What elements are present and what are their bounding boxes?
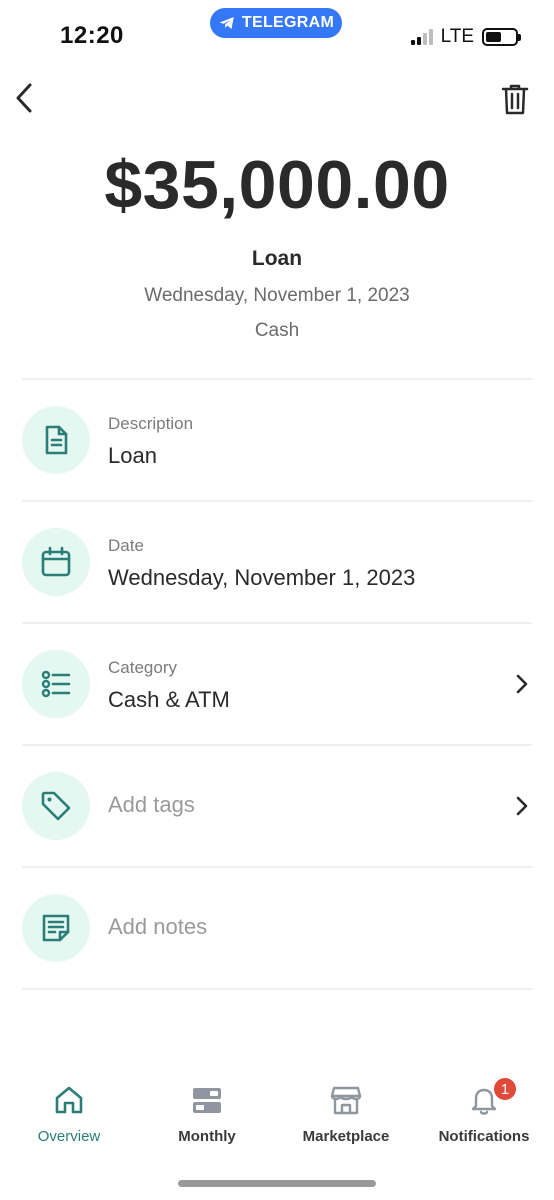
divider	[22, 988, 532, 990]
telegram-return-pill[interactable]: TELEGRAM	[210, 8, 342, 38]
home-indicator[interactable]	[178, 1180, 376, 1187]
chevron-right-icon	[512, 794, 532, 818]
battery-icon	[482, 28, 521, 46]
chevron-left-icon	[16, 83, 32, 113]
signal-icon	[410, 29, 433, 45]
category-value: Cash & ATM	[108, 687, 230, 712]
tab-marketplace-label: Marketplace	[302, 1128, 390, 1145]
tab-monthly[interactable]: Monthly	[147, 1080, 267, 1145]
document-icon	[22, 406, 90, 474]
bottom-tab-bar: Overview Monthly Marketplace 1 Notificat…	[0, 1076, 554, 1160]
back-button[interactable]	[8, 80, 40, 116]
delete-button[interactable]	[500, 82, 530, 116]
tab-marketplace[interactable]: Marketplace	[286, 1080, 406, 1145]
date-label: Date	[108, 536, 144, 555]
notes-icon	[22, 894, 90, 962]
add-tags-label: Add tags	[108, 792, 195, 817]
add-notes-label: Add notes	[108, 914, 208, 939]
monthly-icon	[147, 1080, 267, 1120]
tab-overview[interactable]: Overview	[9, 1080, 129, 1145]
tab-notifications[interactable]: 1 Notifications	[424, 1076, 544, 1145]
date-value: Wednesday, November 1, 2023	[108, 565, 416, 590]
transaction-amount: $35,000.00	[104, 147, 450, 223]
tab-overview-label: Overview	[37, 1128, 101, 1145]
status-indicators: LTE	[410, 26, 521, 48]
calendar-icon	[22, 528, 90, 596]
description-row[interactable]: Description Loan	[22, 380, 532, 500]
store-icon	[286, 1080, 406, 1120]
transaction-account: Cash	[254, 320, 300, 341]
category-row[interactable]: Category Cash & ATM	[22, 624, 532, 744]
tab-monthly-label: Monthly	[178, 1128, 236, 1145]
network-type: LTE	[440, 26, 474, 47]
status-bar: 12:20 TELEGRAM LTE	[0, 0, 554, 64]
description-value: Loan	[108, 443, 157, 468]
bell-icon: 1	[424, 1076, 544, 1120]
date-row[interactable]: Date Wednesday, November 1, 2023	[22, 502, 532, 622]
tags-row[interactable]: Add tags	[22, 746, 532, 866]
chevron-right-icon	[512, 672, 532, 696]
list-icon	[22, 650, 90, 718]
status-time: 12:20	[60, 22, 124, 49]
telegram-label: TELEGRAM	[241, 14, 335, 31]
tag-icon	[22, 772, 90, 840]
category-label: Category	[108, 658, 177, 677]
notification-badge: 1	[492, 1076, 518, 1102]
description-label: Description	[108, 414, 194, 433]
transaction-name: Loan	[251, 247, 303, 270]
trash-icon	[501, 84, 529, 115]
telegram-icon	[219, 17, 234, 29]
transaction-date: Wednesday, November 1, 2023	[144, 285, 410, 306]
detail-list: Description Loan Date Wednesday, Novembe…	[22, 378, 532, 990]
notes-row[interactable]: Add notes	[22, 868, 532, 988]
home-icon	[9, 1080, 129, 1120]
tab-notifications-label: Notifications	[438, 1128, 530, 1145]
